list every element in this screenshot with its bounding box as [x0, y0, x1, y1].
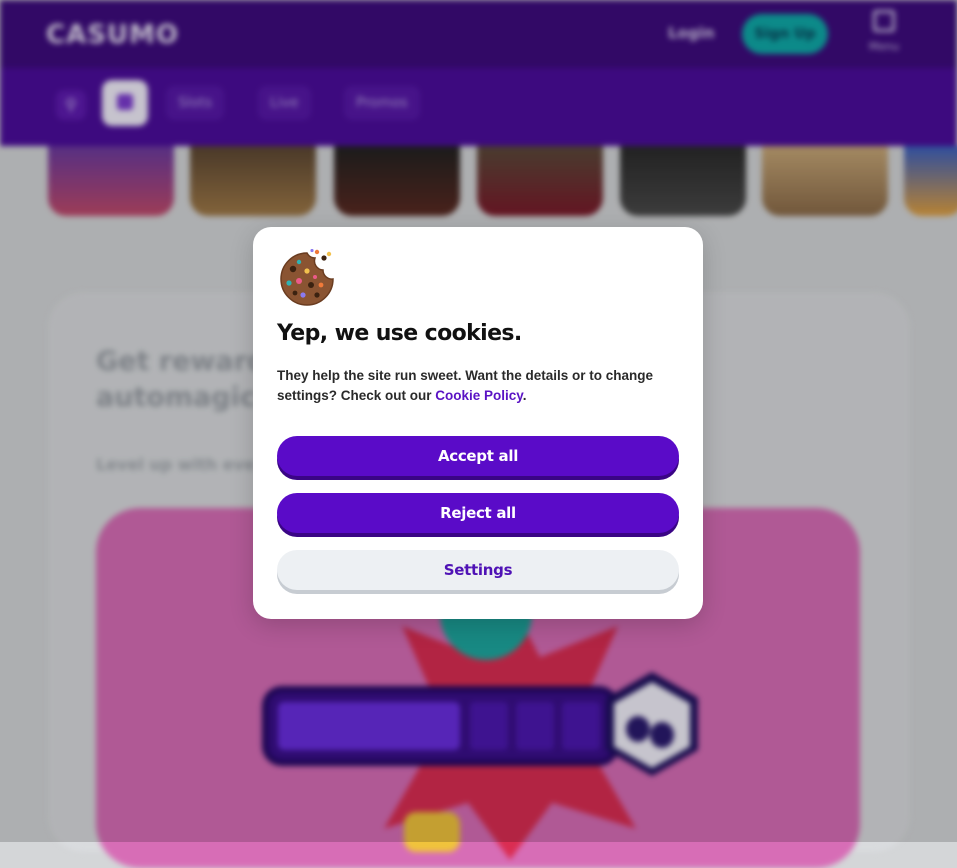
cookie-icon	[280, 249, 334, 306]
cookie-dialog-text: They help the site run sweet. Want the d…	[277, 366, 679, 406]
accept-all-button[interactable]: Accept all	[277, 436, 679, 476]
settings-button[interactable]: Settings	[277, 550, 679, 590]
cookie-dialog-title: Yep, we use cookies.	[277, 321, 522, 346]
reject-all-button[interactable]: Reject all	[277, 493, 679, 533]
cookie-dialog-body-end: .	[522, 388, 527, 403]
cookie-policy-link[interactable]: Cookie Policy	[435, 388, 523, 403]
cookie-consent-dialog: Yep, we use cookies. They help the site …	[253, 227, 703, 619]
